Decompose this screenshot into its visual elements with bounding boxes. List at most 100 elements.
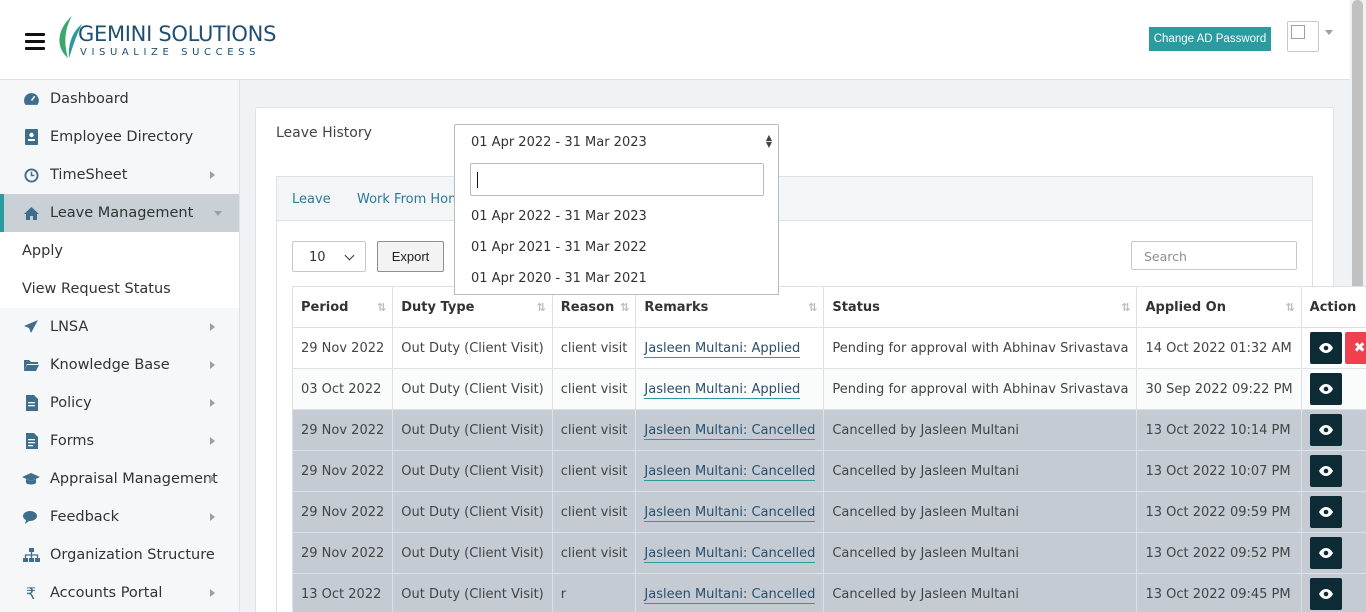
remarks-link[interactable]: Jasleen Multani: Cancelled [644,463,816,481]
cell-text: Pending for approval with Abhinav Srivas… [832,340,1129,356]
cell-text: client visit [560,381,628,397]
sidebar-item-leave-management[interactable]: Leave Management [0,194,239,232]
sidebar-item-forms[interactable]: Forms [0,422,239,460]
cell-text: 29 Nov 2022 [301,340,385,356]
view-button[interactable] [1309,373,1342,405]
sidebar-item-feedback[interactable]: Feedback [0,498,239,536]
cell-text: 29 Nov 2022 [301,422,385,438]
status-cell: Cancelled by Jasleen Multani [823,532,1138,574]
chevron-right-icon [210,171,215,179]
chevron-down-icon[interactable] [1325,30,1333,35]
applied-on-cell: 13 Oct 2022 09:59 PM [1136,491,1302,533]
view-button[interactable] [1309,578,1342,610]
cell-text: 13 Oct 2022 09:59 PM [1145,504,1291,520]
remarks-cell: Jasleen Multani: Cancelled [635,491,825,533]
chevron-right-icon [210,399,215,407]
dropdown-search-input[interactable] [470,163,764,196]
reason-cell: client visit [551,532,637,574]
remarks-link[interactable]: Jasleen Multani: Cancelled [644,504,816,522]
sidebar-item-policy[interactable]: Policy [0,384,239,422]
column-label: Applied On [1145,299,1226,315]
cell-text: 13 Oct 2022 10:14 PM [1145,422,1291,438]
dropdown-option[interactable]: 01 Apr 2022 - 31 Mar 2023 [471,209,647,224]
period-cell: 29 Nov 2022 [291,327,394,369]
sidebar-subitem-apply[interactable]: Apply [0,232,239,270]
sidebar-item-appraisal-management[interactable]: Appraisal Management [0,460,239,498]
remarks-link[interactable]: Jasleen Multani: Cancelled [644,545,816,563]
financial-year-selected: 01 Apr 2022 - 31 Mar 2023 [471,135,647,150]
sort-icon[interactable]: ⇅ [1285,301,1294,314]
action-cell [1300,491,1366,533]
column-header-applied-on[interactable]: Applied On ⇅ [1136,286,1302,328]
cell-text: Cancelled by Jasleen Multani [832,586,1019,602]
view-button[interactable] [1309,332,1342,364]
financial-year-select[interactable]: 01 Apr 2022 - 31 Mar 2023 ▲ ▼ [454,124,779,158]
view-button[interactable] [1309,496,1342,528]
plane-icon [22,318,40,336]
column-header-status[interactable]: Status ⇅ [823,286,1138,328]
sidebar-item-label: Knowledge Base [50,357,170,373]
period-cell: 03 Oct 2022 [291,368,394,410]
sidebar-item-knowledge-base[interactable]: Knowledge Base [0,346,239,384]
tab-leave[interactable]: Leave [292,192,331,207]
applied-on-cell: 13 Oct 2022 10:14 PM [1136,409,1302,451]
chevron-right-icon [210,437,215,445]
tab-work-from-home[interactable]: Work From Home [357,192,469,207]
column-label: Period [301,299,349,315]
sort-icon[interactable]: ⇅ [620,301,629,314]
cell-text: Out Duty (Client Visit) [401,504,544,520]
avatar[interactable] [1287,21,1319,52]
sort-icon[interactable]: ⇅ [808,301,817,314]
remarks-cell: Jasleen Multani: Cancelled [635,409,825,451]
dropdown-option[interactable]: 01 Apr 2020 - 31 Mar 2021 [471,271,647,286]
cell-text: 30 Sep 2022 09:22 PM [1145,381,1293,397]
page-length-select[interactable]: 10 [292,241,366,272]
sidebar-item-lnsa[interactable]: LNSA [0,308,239,346]
remarks-cell: Jasleen Multani: Cancelled [635,532,825,574]
sidebar-item-employee-directory[interactable]: Employee Directory [0,118,239,156]
sidebar-subitem-view-request-status[interactable]: View Request Status [0,270,239,308]
cancel-request-button[interactable]: ✖ [1344,332,1366,364]
sidebar-item-organization-structure[interactable]: Organization Structure [0,536,239,574]
remarks-link[interactable]: Jasleen Multani: Applied [644,340,801,358]
sort-icon[interactable]: ⇅ [537,301,546,314]
tabs-bar: Leave Work From Home [277,177,1312,221]
search-input[interactable]: Search [1131,241,1297,270]
close-icon: ✖ [1353,340,1366,356]
cell-text: 13 Oct 2022 09:52 PM [1145,545,1291,561]
chevron-right-icon [210,361,215,369]
sidebar-item-accounts-portal[interactable]: ₹ Accounts Portal [0,574,239,612]
export-button[interactable]: Export [377,241,444,272]
column-header-action[interactable]: Action⇅ [1300,286,1366,328]
change-ad-password-button[interactable]: Change AD Password [1149,27,1271,51]
dropdown-option[interactable]: 01 Apr 2021 - 31 Mar 2022 [471,240,647,255]
cell-text: Out Duty (Client Visit) [401,340,544,356]
remarks-link[interactable]: Jasleen Multani: Cancelled [644,586,816,604]
brand-title: GEMINI SOLUTIONS [78,22,277,46]
company-logo[interactable]: GEMINI SOLUTIONS VISUALIZE SUCCESS [54,14,284,60]
remarks-cell: Jasleen Multani: Cancelled [635,450,825,492]
eye-icon [1318,589,1333,599]
sort-icon[interactable]: ⇅ [377,301,386,314]
remarks-cell: Jasleen Multani: Cancelled [635,573,825,612]
sidebar-item-timesheet[interactable]: TimeSheet [0,156,239,194]
chevron-right-icon [210,475,215,483]
view-button[interactable] [1309,537,1342,569]
action-cell: ✖ [1300,327,1366,369]
column-label: Reason [560,299,615,315]
remarks-cell: Jasleen Multani: Applied [635,368,825,410]
remarks-link[interactable]: Jasleen Multani: Cancelled [644,422,816,440]
hamburger-menu-icon[interactable] [25,33,45,50]
remarks-link[interactable]: Jasleen Multani: Applied [644,381,801,399]
column-header-period[interactable]: Period ⇅ [291,286,394,328]
financial-year-dropdown: 01 Apr 2022 - 31 Mar 2023 01 Apr 2021 - … [454,157,779,295]
reason-cell: client visit [551,327,637,369]
comments-icon [22,508,40,526]
sidebar-item-dashboard[interactable]: Dashboard [0,80,239,118]
view-button[interactable] [1309,414,1342,446]
remarks-cell: Jasleen Multani: Applied [635,327,825,369]
cell-text: 29 Nov 2022 [301,504,385,520]
reason-cell: r [551,573,637,612]
sort-icon[interactable]: ⇅ [1121,301,1130,314]
view-button[interactable] [1309,455,1342,487]
